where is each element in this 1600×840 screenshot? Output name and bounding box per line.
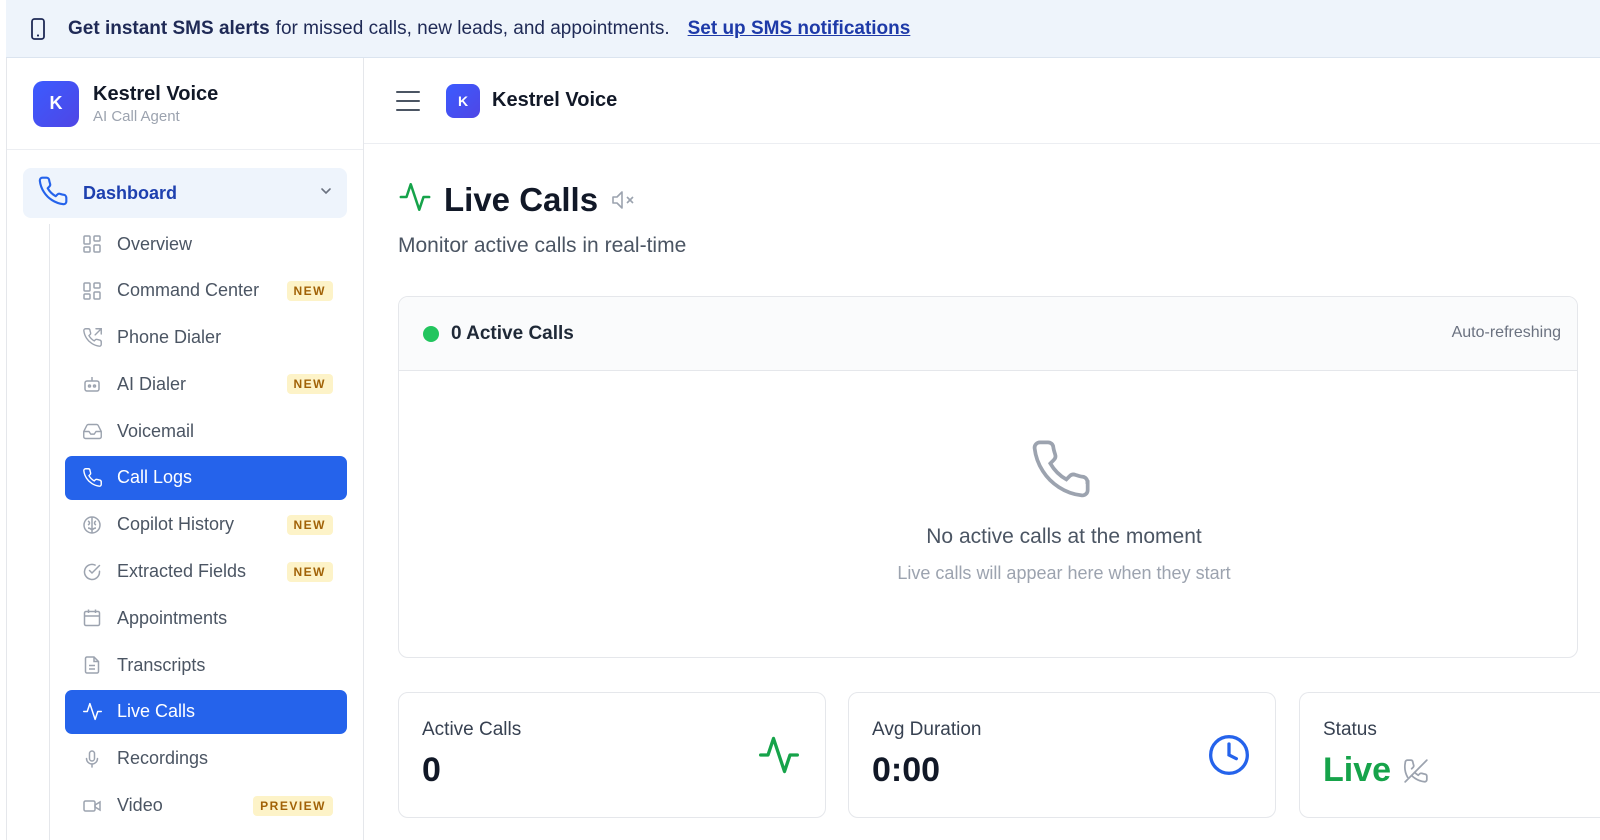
- sidebar-item-label: Command Center: [117, 280, 260, 301]
- mic-icon: [81, 748, 103, 770]
- sidebar: K Kestrel Voice AI Call Agent Dashboard …: [6, 58, 364, 840]
- bot-icon: [81, 373, 103, 395]
- brand-subtitle: AI Call Agent: [93, 107, 180, 125]
- nav-divider: [49, 224, 50, 840]
- sidebar-item-label: Appointments: [117, 607, 228, 628]
- sidebar-item-label: Transcripts: [117, 654, 206, 675]
- new-badge: NEW: [286, 514, 333, 535]
- page-header: Live Calls: [398, 180, 638, 219]
- status-dot: [423, 325, 439, 342]
- check-circle-icon: [81, 561, 103, 583]
- empty-hint: Live calls will appear here when they st…: [897, 563, 1231, 583]
- card-label: Status: [1323, 719, 1377, 740]
- topbar: K Kestrel Voice: [364, 58, 1600, 144]
- setup-sms-link[interactable]: Set up SMS notifications: [688, 18, 911, 40]
- sidebar-nav: Overview Command Center NEW Phone Dialer…: [65, 222, 347, 830]
- empty-title: No active calls at the moment: [926, 525, 1202, 548]
- phone-icon: [1029, 437, 1093, 506]
- sidebar-item-label: Live Calls: [117, 701, 196, 722]
- card-value: Live: [1323, 751, 1392, 789]
- active-calls-count: 0 Active Calls: [451, 322, 574, 344]
- banner-text: for missed calls, new leads, and appoint…: [275, 17, 670, 39]
- sidebar-item-copilot-history[interactable]: Copilot History NEW: [65, 503, 347, 547]
- sidebar-item-label: Recordings: [117, 748, 209, 769]
- sidebar-item-label: Voicemail: [117, 420, 195, 441]
- phone-icon: [37, 175, 69, 212]
- preview-badge: PREVIEW: [253, 795, 333, 816]
- calendar-icon: [81, 607, 103, 629]
- sidebar-item-command-center[interactable]: Command Center NEW: [65, 269, 347, 313]
- auto-refresh-label: Auto-refreshing: [1451, 324, 1561, 341]
- inbox-icon: [81, 420, 103, 442]
- sidebar-item-live-calls[interactable]: Live Calls: [65, 689, 347, 734]
- phone-off-icon: [1403, 758, 1429, 784]
- active-calls-card: Active Calls 0: [398, 692, 826, 818]
- brand-avatar: K: [33, 80, 79, 127]
- new-badge: NEW: [286, 561, 333, 582]
- page-subtitle: Monitor active calls in real-time: [398, 234, 687, 257]
- file-text-icon: [81, 654, 103, 676]
- activity-icon: [398, 180, 432, 219]
- sidebar-item-label: AI Dialer: [117, 373, 187, 394]
- card-value-row: Live: [1323, 751, 1600, 790]
- volume-mute-icon[interactable]: [610, 188, 638, 212]
- sidebar-item-appointments[interactable]: Appointments: [65, 596, 347, 640]
- activity-icon: [81, 701, 103, 723]
- stats-cards: Active Calls 0 Avg Duration 0:00 Status …: [398, 692, 1600, 818]
- sidebar-item-ai-dialer[interactable]: AI Dialer NEW: [65, 362, 347, 406]
- sidebar-item-transcripts[interactable]: Transcripts: [65, 643, 347, 687]
- sidebar-item-label: Video: [117, 795, 163, 816]
- sidebar-item-call-logs[interactable]: Call Logs: [65, 455, 347, 500]
- grid-icon: [81, 233, 103, 255]
- sidebar-item-video[interactable]: Video PREVIEW: [65, 784, 347, 828]
- sidebar-item-overview[interactable]: Overview: [65, 222, 347, 266]
- phone-outgoing-icon: [81, 327, 103, 349]
- sidebar-item-recordings[interactable]: Recordings: [65, 737, 347, 781]
- sidebar-item-label: Overview: [117, 233, 193, 254]
- sidebar-item-label: Call Logs: [117, 467, 193, 488]
- sidebar-item-label: Copilot History: [117, 514, 235, 535]
- panel-header: 0 Active Calls Auto-refreshing: [399, 297, 1577, 371]
- dashboard-section-toggle[interactable]: Dashboard: [23, 168, 347, 218]
- activity-icon: [757, 733, 801, 782]
- brand: K Kestrel Voice AI Call Agent: [7, 58, 363, 150]
- chevron-down-icon: [319, 184, 333, 203]
- hamburger-menu-icon[interactable]: [396, 90, 420, 111]
- smartphone-icon: [30, 17, 48, 40]
- page-title: Live Calls: [444, 180, 599, 218]
- sidebar-item-label: Extracted Fields: [117, 561, 247, 582]
- sidebar-item-label: Phone Dialer: [117, 327, 222, 348]
- brain-icon: [81, 514, 103, 536]
- phone-icon: [81, 467, 103, 489]
- avg-duration-card: Avg Duration 0:00: [848, 692, 1276, 818]
- sidebar-item-voicemail[interactable]: Voicemail: [65, 409, 347, 453]
- sms-banner: Get instant SMS alerts for missed calls,…: [6, 0, 1600, 58]
- sidebar-item-extracted-fields[interactable]: Extracted Fields NEW: [65, 550, 347, 594]
- new-badge: NEW: [286, 374, 333, 395]
- sidebar-item-phone-dialer[interactable]: Phone Dialer: [65, 316, 347, 360]
- topbar-brand-name: Kestrel Voice: [492, 89, 618, 111]
- active-calls-panel: 0 Active Calls Auto-refreshing No active…: [398, 296, 1578, 658]
- video-icon: [81, 795, 103, 817]
- new-badge: NEW: [286, 280, 333, 301]
- topbar-avatar: K: [446, 83, 480, 118]
- brand-name: Kestrel Voice: [93, 82, 219, 105]
- section-label: Dashboard: [83, 182, 178, 203]
- grid-icon: [81, 280, 103, 302]
- status-card: Status Live: [1299, 692, 1600, 818]
- banner-strong: Get instant SMS alerts: [68, 17, 270, 39]
- clock-icon: [1207, 733, 1251, 782]
